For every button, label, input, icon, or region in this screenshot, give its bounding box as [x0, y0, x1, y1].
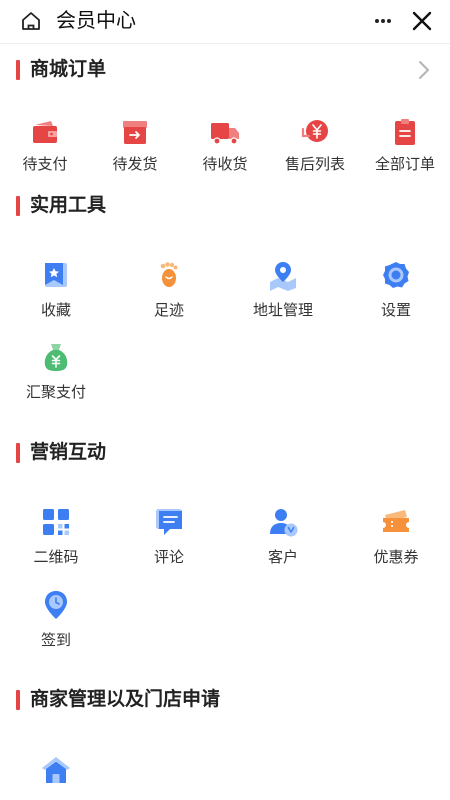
section-marketing-label: 营销互动: [30, 442, 107, 463]
order-item-label: 待发货: [112, 156, 158, 173]
marketing-item-label: 优惠券: [373, 549, 419, 566]
comment-icon: [156, 509, 182, 535]
order-pending-payment[interactable]: 待支付: [0, 116, 90, 174]
tool-address[interactable]: 地址管理: [238, 258, 328, 320]
marketing-item-label: 客户: [267, 549, 298, 566]
chevron-right-icon[interactable]: [416, 59, 432, 81]
truck-icon: [211, 123, 239, 145]
section-marker: [16, 443, 20, 463]
section-marker: [16, 690, 20, 710]
gear-icon: [383, 262, 409, 288]
map-pin-icon: [270, 262, 296, 291]
qrcode-icon: [43, 509, 69, 535]
order-item-label: 售后列表: [284, 156, 345, 173]
tool-aggregate-pay[interactable]: 汇聚支付: [11, 340, 101, 402]
section-marketing-title: 营销互动: [16, 441, 106, 465]
tool-settings[interactable]: 设置: [351, 258, 441, 320]
tool-item-label: 汇聚支付: [25, 384, 86, 401]
section-marker: [16, 60, 20, 80]
section-tools-title: 实用工具: [16, 194, 106, 218]
home-icon[interactable]: [20, 10, 42, 32]
tool-item-label: 地址管理: [252, 302, 313, 319]
tool-footprints[interactable]: 足迹: [124, 258, 214, 320]
clipboard-icon: [395, 119, 415, 145]
section-tools-label: 实用工具: [30, 195, 107, 216]
more-icon[interactable]: [372, 10, 394, 32]
section-merchant-label: 商家管理以及门店申请: [30, 689, 221, 710]
refund-icon: [301, 120, 328, 142]
tool-item-label: 收藏: [40, 302, 71, 319]
marketing-coupons[interactable]: 优惠券: [351, 505, 441, 567]
wallet-icon: [33, 121, 57, 143]
footprint-icon: [160, 262, 178, 287]
marketing-item-label: 签到: [40, 632, 71, 649]
section-orders-title: 商城订单: [16, 58, 106, 82]
tool-favorites[interactable]: 收藏: [11, 258, 101, 320]
marketing-item-label: 评论: [153, 549, 184, 566]
marketing-item-label: 二维码: [33, 549, 79, 566]
tool-item-label: 足迹: [153, 302, 184, 319]
close-icon[interactable]: [410, 9, 434, 33]
box-icon: [123, 121, 147, 144]
marketing-customers[interactable]: 客户: [238, 505, 328, 567]
marketing-checkin[interactable]: 签到: [11, 588, 101, 650]
order-item-label: 全部订单: [374, 156, 435, 173]
coupon-icon: [383, 510, 409, 532]
order-pending-receipt[interactable]: 待收货: [180, 116, 270, 174]
order-after-sales[interactable]: 售后列表: [270, 116, 360, 174]
money-bag-icon: [44, 344, 68, 371]
house-icon: [42, 757, 70, 783]
customer-icon: [270, 509, 298, 537]
order-item-label: 待支付: [22, 156, 68, 173]
marketing-qrcode[interactable]: 二维码: [11, 505, 101, 567]
marketing-comments[interactable]: 评论: [124, 505, 214, 567]
order-item-label: 待收货: [202, 156, 248, 173]
merchant-store[interactable]: [11, 753, 101, 787]
bookmark-star-icon: [45, 263, 67, 287]
tool-item-label: 设置: [380, 302, 411, 319]
section-orders-label: 商城订单: [30, 59, 107, 80]
order-pending-shipment[interactable]: 待发货: [90, 116, 180, 174]
section-merchant-title: 商家管理以及门店申请: [16, 688, 220, 712]
page-title: 会员中心: [56, 10, 136, 32]
clock-pin-icon: [45, 591, 67, 619]
order-all[interactable]: 全部订单: [360, 116, 450, 174]
top-bar: 会员中心: [0, 0, 450, 44]
section-marker: [16, 196, 20, 216]
